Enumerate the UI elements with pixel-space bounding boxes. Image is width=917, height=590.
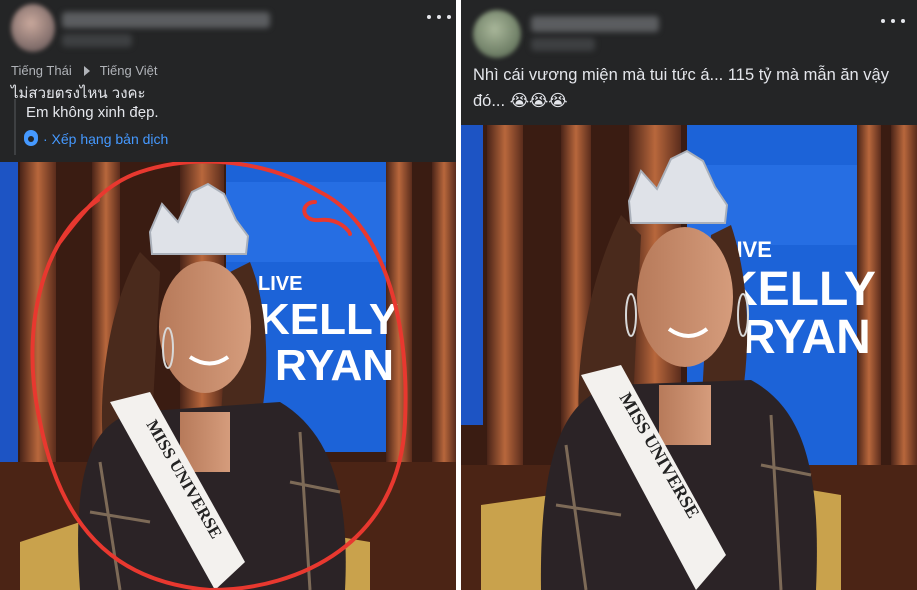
source-language[interactable]: Tiếng Thái <box>11 63 72 78</box>
forward-arrow-icon <box>83 65 90 76</box>
post-photo[interactable]: LIVE KELLY RYAN MISS UNIVERSE <box>461 125 917 590</box>
face <box>159 261 251 393</box>
more-options-icon[interactable] <box>427 8 451 26</box>
post-text: Nhì cái vương miện mà tui tức á... 115 t… <box>473 66 889 110</box>
post-photo[interactable]: LIVE KELLY RYAN MISS UNIVERSE <box>0 162 456 590</box>
post-meta-redacted <box>62 34 132 47</box>
rate-translation-label: · Xếp hạng bản dịch <box>43 131 169 147</box>
backdrop-text-live: LIVE <box>258 273 302 295</box>
original-post-text: ไม่สวยตรงไหน วงคะ <box>11 85 146 102</box>
post-right: Nhì cái vương miện mà tui tức á... 115 t… <box>461 0 917 590</box>
author-name-redacted[interactable] <box>531 16 659 32</box>
post-left: Tiếng Thái Tiếng Việt ไม่สวยตรงไหน วงคะ … <box>0 0 456 590</box>
rate-translation-link[interactable]: · Xếp hạng bản dịch <box>24 131 168 147</box>
target-language[interactable]: Tiếng Việt <box>100 63 158 78</box>
backdrop-text-ryan: RYAN <box>741 311 871 364</box>
avatar[interactable] <box>473 10 521 58</box>
more-options-icon[interactable] <box>881 12 905 30</box>
author-name-redacted[interactable] <box>62 12 270 28</box>
translation-block: Em không xinh đẹp. · Xếp hạng bản dịch <box>14 99 168 155</box>
gear-icon <box>24 132 38 146</box>
face <box>637 227 733 367</box>
avatar[interactable] <box>11 4 55 52</box>
post-meta-redacted <box>531 38 595 51</box>
backdrop-text-ryan: RYAN <box>275 341 394 390</box>
backdrop-text-kelly: KELLY <box>258 295 398 344</box>
translated-text: Em không xinh đẹp. <box>26 104 159 121</box>
translation-languages: Tiếng Thái Tiếng Việt <box>11 63 158 78</box>
